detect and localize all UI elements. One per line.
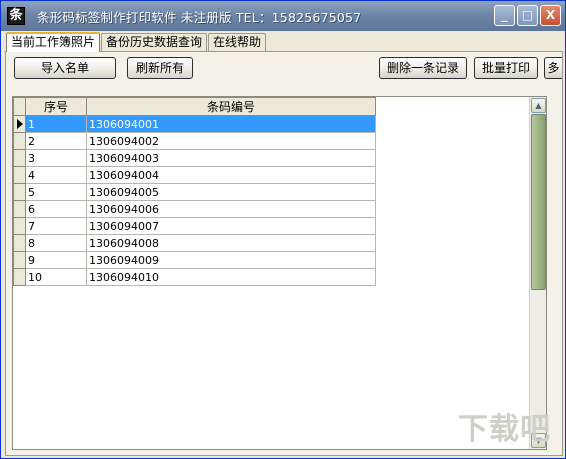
table-row[interactable]: 5 1306094005: [13, 183, 376, 201]
cell-index[interactable]: 5: [25, 183, 87, 201]
table-row[interactable]: 6 1306094006: [13, 200, 376, 218]
table-row[interactable]: 4 1306094004: [13, 166, 376, 184]
row-indicator[interactable]: [13, 115, 26, 133]
table-row[interactable]: 2 1306094002: [13, 132, 376, 150]
tab-strip: 当前工作簿照片 备份历史数据查询 在线帮助: [6, 32, 267, 52]
table-row[interactable]: 10 1306094010: [13, 268, 376, 286]
scroll-up-icon[interactable]: ▲: [531, 98, 546, 113]
cell-barcode[interactable]: 1306094007: [86, 217, 376, 235]
cell-barcode[interactable]: 1306094006: [86, 200, 376, 218]
cell-barcode[interactable]: 1306094010: [86, 268, 376, 286]
delete-record-button[interactable]: 删除一条记录: [379, 57, 467, 79]
cell-index[interactable]: 4: [25, 166, 87, 184]
table-row[interactable]: 7 1306094007: [13, 217, 376, 235]
cell-index[interactable]: 3: [25, 149, 87, 167]
cell-index[interactable]: 1: [25, 115, 87, 133]
column-header-barcode[interactable]: 条码编号: [86, 97, 376, 116]
row-indicator[interactable]: [13, 200, 26, 218]
cell-index[interactable]: 8: [25, 234, 87, 252]
app-icon: 条: [7, 7, 25, 25]
grid-table: 序号 条码编号 1 1306094001 2 1306094002 3 130609400…: [13, 97, 376, 286]
row-indicator[interactable]: [13, 268, 26, 286]
cell-barcode[interactable]: 1306094009: [86, 251, 376, 269]
row-indicator[interactable]: [13, 183, 26, 201]
cell-barcode[interactable]: 1306094002: [86, 132, 376, 150]
close-button[interactable]: X: [540, 5, 561, 26]
tab-panel: 导入名单 刷新所有 删除一条记录 批量打印 多 序号 条码编号 1 1306094…: [5, 51, 563, 456]
cell-barcode[interactable]: 1306094008: [86, 234, 376, 252]
row-indicator[interactable]: [13, 132, 26, 150]
column-header-index[interactable]: 序号: [25, 97, 87, 116]
watermark-logo: 下载吧: [458, 412, 551, 447]
row-indicator[interactable]: [13, 217, 26, 235]
tab-online-help[interactable]: 在线帮助: [208, 33, 267, 51]
table-row[interactable]: 8 1306094008: [13, 234, 376, 252]
row-indicator[interactable]: [13, 166, 26, 184]
cell-barcode[interactable]: 1306094005: [86, 183, 376, 201]
row-indicator[interactable]: [13, 149, 26, 167]
cell-index[interactable]: 2: [25, 132, 87, 150]
overflow-button[interactable]: 多: [544, 57, 562, 79]
table-row[interactable]: 3 1306094003: [13, 149, 376, 167]
import-list-button[interactable]: 导入名单: [14, 57, 116, 79]
cell-barcode[interactable]: 1306094001: [86, 115, 376, 133]
row-indicator-header: [13, 97, 26, 116]
title-bar[interactable]: 条 条形码标签制作打印软件 未注册版 TEL：15825675057 _ □ X: [1, 1, 565, 31]
cell-barcode[interactable]: 1306094004: [86, 166, 376, 184]
current-row-arrow-icon: [17, 119, 23, 129]
window-title: 条形码标签制作打印软件 未注册版 TEL：15825675057: [37, 9, 362, 25]
table-row[interactable]: 1 1306094001: [13, 115, 376, 133]
row-indicator[interactable]: [13, 234, 26, 252]
tab-backup-history[interactable]: 备份历史数据查询: [101, 33, 208, 51]
maximize-button[interactable]: □: [517, 5, 538, 26]
batch-print-button[interactable]: 批量打印: [474, 57, 538, 79]
refresh-all-button[interactable]: 刷新所有: [127, 57, 193, 79]
minimize-button[interactable]: _: [494, 5, 515, 26]
vertical-scrollbar[interactable]: ▲ ▼: [529, 97, 546, 449]
cell-index[interactable]: 9: [25, 251, 87, 269]
scroll-thumb[interactable]: [531, 114, 546, 290]
data-grid[interactable]: 序号 条码编号 1 1306094001 2 1306094002 3 130609400…: [12, 96, 547, 450]
tab-current-workbook[interactable]: 当前工作簿照片: [6, 32, 101, 52]
cell-barcode[interactable]: 1306094003: [86, 149, 376, 167]
app-window: 条 条形码标签制作打印软件 未注册版 TEL：15825675057 _ □ X…: [0, 0, 566, 459]
cell-index[interactable]: 7: [25, 217, 87, 235]
row-indicator[interactable]: [13, 251, 26, 269]
table-row[interactable]: 9 1306094009: [13, 251, 376, 269]
cell-index[interactable]: 10: [25, 268, 87, 286]
cell-index[interactable]: 6: [25, 200, 87, 218]
